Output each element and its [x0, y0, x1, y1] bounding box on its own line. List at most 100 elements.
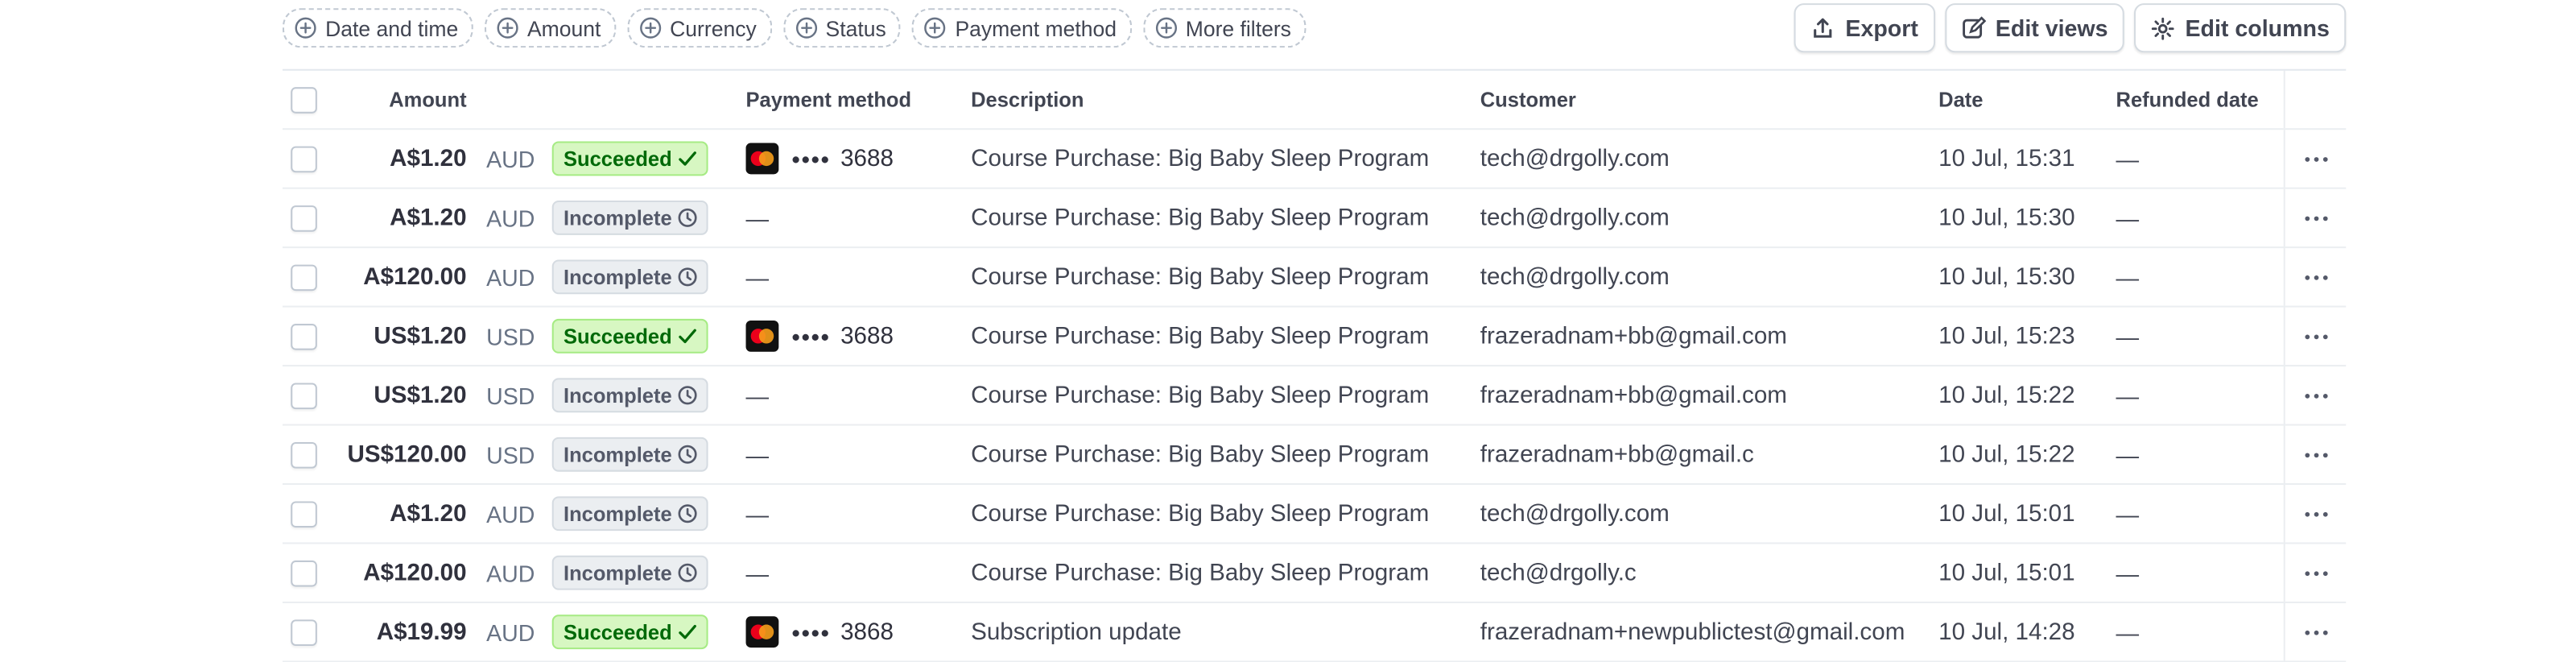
- date-cell: 10 Jul, 15:23: [1938, 323, 2075, 350]
- refunded-date-cell: —: [2116, 441, 2140, 468]
- row-checkbox[interactable]: [291, 619, 317, 646]
- table-row[interactable]: A$19.99 AUD Succeeded •••• 3868 Subscription …: [283, 602, 2347, 662]
- no-payment-method: —: [745, 441, 770, 468]
- amount-cell: A$19.99: [376, 619, 467, 646]
- currency-cell: AUD: [486, 500, 535, 528]
- toolbar-actions: Export Edit views Edit columns: [1794, 3, 2347, 53]
- more-options-icon[interactable]: [2303, 451, 2330, 457]
- table-row[interactable]: A$1.20 AUD Incomplete — Course Purchase: Big…: [283, 188, 2347, 249]
- more-options-icon[interactable]: [2303, 629, 2330, 635]
- row-checkbox[interactable]: [291, 441, 317, 468]
- more-options-icon[interactable]: [2303, 155, 2330, 162]
- gear-icon: [2151, 15, 2176, 40]
- payment-method-cell: —: [746, 426, 770, 483]
- clock-icon: [677, 267, 699, 288]
- card-last4: 3688: [840, 145, 894, 172]
- status-label: Incomplete: [563, 442, 672, 466]
- edit-views-button[interactable]: Edit views: [1944, 3, 2124, 53]
- table-row[interactable]: A$120.00 AUD Incomplete — Course Purchase: B…: [283, 544, 2347, 603]
- no-payment-method: —: [745, 559, 770, 586]
- mastercard-icon: [745, 320, 779, 352]
- customer-cell: tech@drgolly.com: [1480, 500, 1670, 528]
- select-all-checkbox[interactable]: [291, 86, 317, 113]
- more-options-icon[interactable]: [2303, 214, 2330, 221]
- row-select-cell: [291, 603, 317, 660]
- status-badge: Succeeded: [551, 141, 708, 176]
- status-cell: Incomplete: [551, 426, 708, 483]
- status-cell: Succeeded: [551, 130, 708, 187]
- column-amount[interactable]: Amount: [332, 71, 466, 128]
- customer-cell: tech@drgolly.c: [1480, 559, 1637, 586]
- customer-cell: frazeradnam+bb@gmail.c: [1480, 441, 1754, 468]
- filter-chip-currency[interactable]: Currency: [627, 8, 772, 48]
- row-actions-cell: [2283, 248, 2348, 306]
- status-label: Incomplete: [563, 383, 672, 408]
- row-checkbox[interactable]: [291, 263, 317, 291]
- status-cell: Succeeded: [551, 308, 708, 365]
- filter-chip-amount[interactable]: Amount: [484, 8, 616, 48]
- more-options-icon[interactable]: [2303, 569, 2330, 576]
- amount-cell: US$1.20: [374, 323, 467, 350]
- table-row[interactable]: US$1.20 USD Incomplete — Course Purchase: Bi…: [283, 366, 2348, 426]
- filter-chips: Date and time Amount Currency Status Payment…: [283, 8, 1307, 48]
- card-mask: ••••: [791, 323, 831, 350]
- refunded-date-cell: —: [2116, 263, 2140, 291]
- payment-method-cell: •••• 3688: [745, 308, 894, 365]
- more-options-icon[interactable]: [2303, 333, 2330, 339]
- table-row[interactable]: A$120.00 AUD Incomplete — Course Purchase: B…: [283, 248, 2348, 308]
- status-cell: Incomplete: [551, 485, 708, 542]
- row-actions-cell: [2283, 366, 2348, 424]
- more-options-icon[interactable]: [2303, 274, 2330, 280]
- description-cell: Course Purchase: Big Baby Sleep Program: [971, 205, 1430, 231]
- description-cell: Course Purchase: Big Baby Sleep Program: [971, 323, 1430, 350]
- clock-icon: [677, 444, 699, 465]
- filter-chip-status[interactable]: Status: [782, 8, 902, 48]
- date-cell: 10 Jul, 15:30: [1938, 205, 2075, 231]
- row-actions-cell: [2283, 425, 2348, 483]
- filter-chip-more-filters[interactable]: More filters: [1142, 8, 1307, 48]
- filter-chip-label: More filters: [1185, 15, 1291, 40]
- row-checkbox[interactable]: [291, 559, 317, 586]
- date-cell: 10 Jul, 15:31: [1938, 145, 2075, 172]
- refunded-date-cell: —: [2116, 205, 2140, 231]
- more-options-icon[interactable]: [2303, 392, 2330, 399]
- date-cell: 10 Jul, 15:22: [1938, 441, 2075, 468]
- refunded-date-cell: —: [2116, 559, 2140, 586]
- table-row[interactable]: US$1.20 USD Succeeded •••• 3688 Course Purcha…: [283, 307, 2347, 367]
- clock-icon: [677, 385, 699, 407]
- row-checkbox[interactable]: [291, 500, 317, 528]
- refunded-date-cell: —: [2116, 619, 2140, 646]
- edit-columns-button[interactable]: Edit columns: [2134, 3, 2347, 53]
- plus-circle-icon: [638, 16, 662, 39]
- customer-cell: tech@drgolly.com: [1480, 145, 1670, 172]
- clock-icon: [677, 562, 699, 584]
- table-row[interactable]: US$120.00 USD Incomplete — Course Purchase: …: [283, 425, 2348, 486]
- filter-toolbar: Date and time Amount Currency Status Payment…: [283, 3, 2347, 53]
- column-payment-method[interactable]: Payment method: [746, 71, 912, 128]
- export-button[interactable]: Export: [1794, 3, 1935, 53]
- column-description[interactable]: Description: [971, 71, 1084, 128]
- row-checkbox[interactable]: [291, 205, 317, 231]
- status-badge: Incomplete: [551, 437, 708, 472]
- table-row[interactable]: A$1.20 AUD Succeeded •••• 3688 Course Purchas…: [283, 130, 2347, 189]
- row-checkbox[interactable]: [291, 145, 317, 172]
- row-checkbox[interactable]: [291, 382, 317, 409]
- more-options-icon[interactable]: [2303, 511, 2330, 517]
- filter-chip-payment-method[interactable]: Payment method: [912, 8, 1132, 48]
- row-checkbox[interactable]: [291, 323, 317, 350]
- currency-cell: USD: [486, 323, 535, 350]
- export-label: Export: [1845, 14, 1918, 42]
- payment-method-cell: —: [746, 485, 770, 542]
- plus-circle-icon: [294, 16, 317, 39]
- no-payment-method: —: [745, 500, 770, 528]
- table-row[interactable]: A$1.20 AUD Incomplete — Course Purchase: Big…: [283, 485, 2347, 544]
- no-payment-method: —: [745, 205, 770, 231]
- check-icon: [677, 621, 699, 643]
- table-header: Amount Payment method Description Custom…: [283, 68, 2347, 130]
- column-date[interactable]: Date: [1938, 71, 1983, 128]
- no-payment-method: —: [745, 263, 770, 291]
- filter-chip-date-and-time[interactable]: Date and time: [283, 8, 473, 48]
- column-customer[interactable]: Customer: [1480, 71, 1576, 128]
- column-refunded-date[interactable]: Refunded date: [2116, 71, 2259, 128]
- status-badge: Incomplete: [551, 378, 708, 413]
